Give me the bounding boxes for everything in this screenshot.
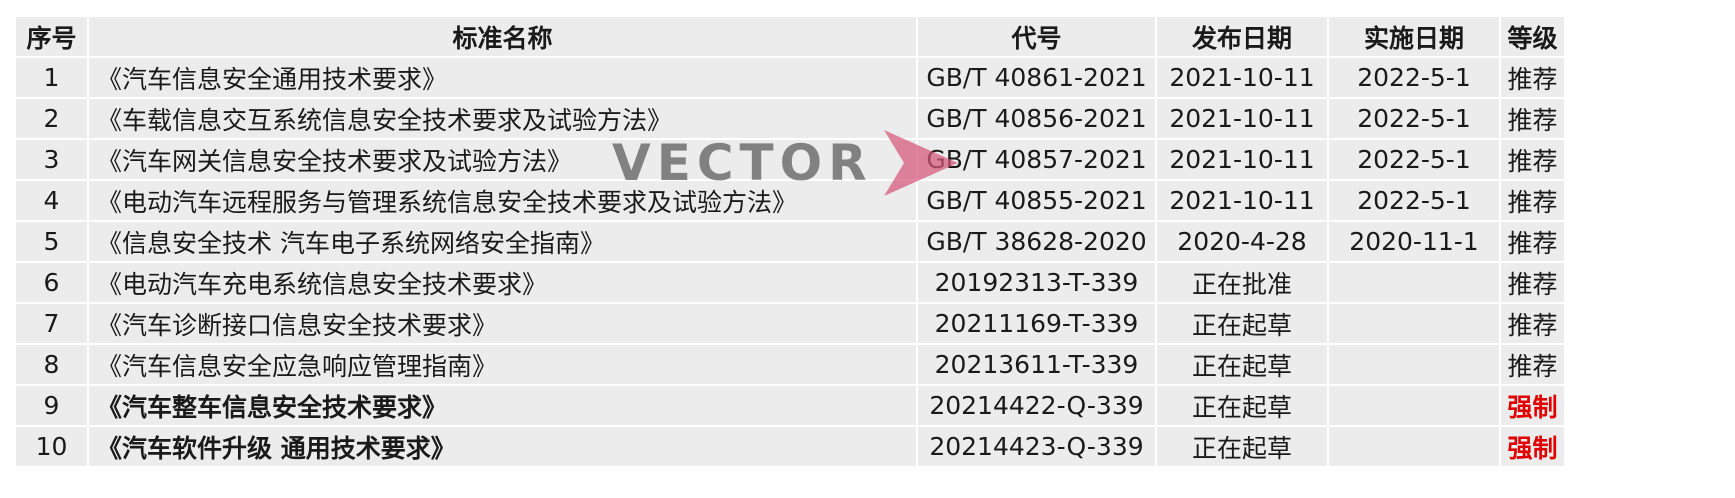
header-publish-date: 发布日期 <box>1155 15 1329 58</box>
cell-level: 推荐 <box>1499 97 1566 140</box>
cell-standard-name: 《汽车信息安全应急响应管理指南》 <box>87 343 918 386</box>
table-row: 2 《车载信息交互系统信息安全技术要求及试验方法》 GB/T 40856-202… <box>14 97 1566 140</box>
cell-standard-name: 《汽车软件升级 通用技术要求》 <box>87 425 918 468</box>
cell-index: 4 <box>14 179 89 222</box>
cell-level: 推荐 <box>1499 179 1566 222</box>
cell-code: GB/T 40857-2021 <box>916 138 1157 181</box>
cell-publish-date: 正在起草 <box>1155 343 1329 386</box>
cell-implement-date <box>1327 384 1501 427</box>
cell-standard-name: 《电动汽车远程服务与管理系统信息安全技术要求及试验方法》 <box>87 179 918 222</box>
cell-code: GB/T 40856-2021 <box>916 97 1157 140</box>
header-row: 序号 标准名称 代号 发布日期 实施日期 等级 <box>14 15 1566 58</box>
cell-publish-date: 2021-10-11 <box>1155 97 1329 140</box>
cell-index: 10 <box>14 425 89 468</box>
cell-level: 推荐 <box>1499 138 1566 181</box>
cell-code: 20213611-T-339 <box>916 343 1157 386</box>
standards-table-container: 序号 标准名称 代号 发布日期 实施日期 等级 1 《汽车信息安全通用技术要求》… <box>14 15 1566 468</box>
cell-implement-date <box>1327 425 1501 468</box>
cell-standard-name: 《信息安全技术 汽车电子系统网络安全指南》 <box>87 220 918 263</box>
cell-publish-date: 正在批准 <box>1155 261 1329 304</box>
cell-standard-name: 《汽车网关信息安全技术要求及试验方法》 <box>87 138 918 181</box>
cell-publish-date: 正在起草 <box>1155 425 1329 468</box>
cell-index: 8 <box>14 343 89 386</box>
standards-table: 序号 标准名称 代号 发布日期 实施日期 等级 1 《汽车信息安全通用技术要求》… <box>14 15 1566 468</box>
cell-index: 2 <box>14 97 89 140</box>
table-row: 1 《汽车信息安全通用技术要求》 GB/T 40861-2021 2021-10… <box>14 56 1566 99</box>
cell-index: 5 <box>14 220 89 263</box>
table-row: 6 《电动汽车充电系统信息安全技术要求》 20192313-T-339 正在批准… <box>14 261 1566 304</box>
table-row: 9 《汽车整车信息安全技术要求》 20214422-Q-339 正在起草 强制 <box>14 384 1566 427</box>
header-index: 序号 <box>14 15 89 58</box>
cell-standard-name: 《电动汽车充电系统信息安全技术要求》 <box>87 261 918 304</box>
table-row: 5 《信息安全技术 汽车电子系统网络安全指南》 GB/T 38628-2020 … <box>14 220 1566 263</box>
header-standard-name: 标准名称 <box>87 15 918 58</box>
cell-standard-name: 《车载信息交互系统信息安全技术要求及试验方法》 <box>87 97 918 140</box>
cell-implement-date: 2020-11-1 <box>1327 220 1501 263</box>
cell-publish-date: 2021-10-11 <box>1155 56 1329 99</box>
table-row: 7 《汽车诊断接口信息安全技术要求》 20211169-T-339 正在起草 推… <box>14 302 1566 345</box>
table-row: 4 《电动汽车远程服务与管理系统信息安全技术要求及试验方法》 GB/T 4085… <box>14 179 1566 222</box>
cell-standard-name: 《汽车整车信息安全技术要求》 <box>87 384 918 427</box>
cell-implement-date: 2022-5-1 <box>1327 97 1501 140</box>
cell-index: 1 <box>14 56 89 99</box>
header-implement-date: 实施日期 <box>1327 15 1501 58</box>
cell-code: 20211169-T-339 <box>916 302 1157 345</box>
cell-level: 推荐 <box>1499 302 1566 345</box>
cell-standard-name: 《汽车诊断接口信息安全技术要求》 <box>87 302 918 345</box>
cell-index: 3 <box>14 138 89 181</box>
cell-level: 强制 <box>1499 425 1566 468</box>
cell-implement-date <box>1327 302 1501 345</box>
cell-implement-date <box>1327 343 1501 386</box>
cell-level: 推荐 <box>1499 220 1566 263</box>
cell-standard-name: 《汽车信息安全通用技术要求》 <box>87 56 918 99</box>
cell-implement-date: 2022-5-1 <box>1327 179 1501 222</box>
cell-implement-date: 2022-5-1 <box>1327 56 1501 99</box>
cell-level: 推荐 <box>1499 343 1566 386</box>
cell-code: 20214422-Q-339 <box>916 384 1157 427</box>
cell-publish-date: 2021-10-11 <box>1155 138 1329 181</box>
cell-publish-date: 2020-4-28 <box>1155 220 1329 263</box>
cell-code: GB/T 40861-2021 <box>916 56 1157 99</box>
cell-publish-date: 正在起草 <box>1155 302 1329 345</box>
cell-index: 7 <box>14 302 89 345</box>
cell-code: GB/T 40855-2021 <box>916 179 1157 222</box>
cell-publish-date: 2021-10-11 <box>1155 179 1329 222</box>
table-row: 8 《汽车信息安全应急响应管理指南》 20213611-T-339 正在起草 推… <box>14 343 1566 386</box>
table-row: 3 《汽车网关信息安全技术要求及试验方法》 GB/T 40857-2021 20… <box>14 138 1566 181</box>
cell-level: 强制 <box>1499 384 1566 427</box>
cell-implement-date: 2022-5-1 <box>1327 138 1501 181</box>
cell-code: 20214423-Q-339 <box>916 425 1157 468</box>
cell-level: 推荐 <box>1499 56 1566 99</box>
header-code: 代号 <box>916 15 1157 58</box>
cell-index: 6 <box>14 261 89 304</box>
cell-code: 20192313-T-339 <box>916 261 1157 304</box>
table-row: 10 《汽车软件升级 通用技术要求》 20214423-Q-339 正在起草 强… <box>14 425 1566 468</box>
cell-level: 推荐 <box>1499 261 1566 304</box>
cell-code: GB/T 38628-2020 <box>916 220 1157 263</box>
header-level: 等级 <box>1499 15 1566 58</box>
cell-publish-date: 正在起草 <box>1155 384 1329 427</box>
cell-implement-date <box>1327 261 1501 304</box>
cell-index: 9 <box>14 384 89 427</box>
